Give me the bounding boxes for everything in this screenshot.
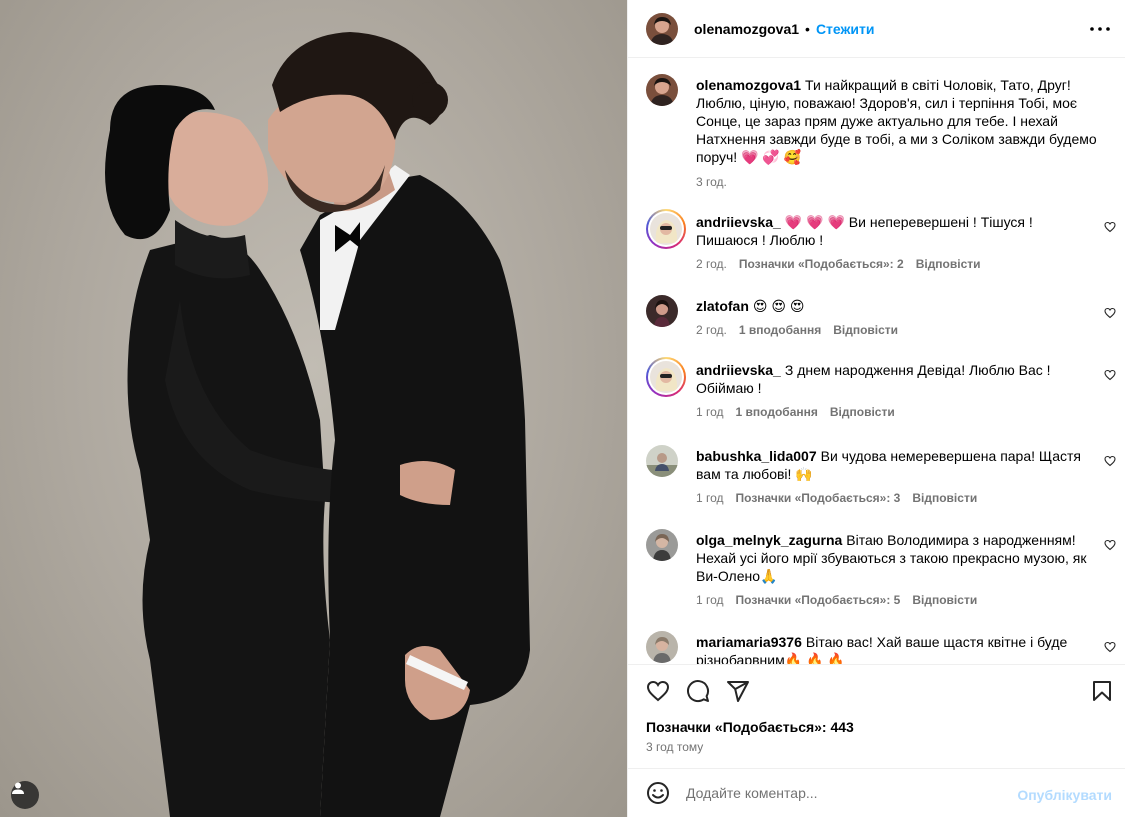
follow-button[interactable]: Стежити [816,21,875,37]
comment-likes[interactable]: Позначки «Подобається»: 3 [736,491,901,505]
heart-icon[interactable] [646,679,670,703]
comment-heart-icon[interactable] [1104,641,1116,653]
likes-count[interactable]: Позначки «Подобається»: 443 [646,719,854,735]
more-horizontal-icon[interactable] [1088,17,1112,41]
reply-button[interactable]: Відповісти [916,257,981,271]
author-username[interactable]: olenamozgova1 [694,21,799,37]
separator-dot: • [805,20,810,37]
post-photo[interactable] [0,0,627,817]
user-tag-icon[interactable] [11,781,39,809]
action-bar [628,664,1125,716]
comment-username[interactable]: babushka_lida007 [696,448,817,464]
reply-button[interactable]: Відповісти [912,593,977,607]
comment-input[interactable] [686,785,1006,801]
comment-composer: Опублікувати [628,768,1125,817]
comment-time[interactable]: 1 год [696,593,724,607]
comment-heart-icon[interactable] [1104,539,1116,551]
comment-username[interactable]: mariamaria9376 [696,634,802,650]
comment-heart-icon[interactable] [1104,221,1116,233]
comment-heart-icon[interactable] [1104,369,1116,381]
share-icon[interactable] [726,679,750,703]
comment-username[interactable]: andriievska_ [696,214,781,230]
reply-button[interactable]: Відповісти [833,323,898,337]
comment-likes[interactable]: 1 вподобання [739,323,821,337]
comment-time[interactable]: 2 год. [696,257,727,271]
bookmark-icon[interactable] [1090,679,1114,703]
caption-username[interactable]: olenamozgova1 [696,77,801,93]
commenter-avatar[interactable] [646,631,678,663]
commenter-avatar[interactable] [646,445,678,477]
comment-time[interactable]: 1 год [696,491,724,505]
comment-time[interactable]: 2 год. [696,323,727,337]
commenter-avatar[interactable] [646,295,678,327]
comment-username[interactable]: andriievska_ [696,362,781,378]
comment-text: 😍 😍 😍 [752,298,805,314]
comment-time[interactable]: 1 год [696,405,724,419]
post-comment-button[interactable]: Опублікувати [1017,787,1112,803]
commenter-avatar[interactable] [646,529,678,561]
post-date[interactable]: 3 год тому [646,740,703,754]
comment-likes[interactable]: Позначки «Подобається»: 5 [736,593,901,607]
comments-list[interactable]: olenamozgova1 Ти найкращий в світі Чолові… [628,59,1125,664]
comment-likes[interactable]: Позначки «Подобається»: 2 [739,257,904,271]
comment-username[interactable]: olga_melnyk_zagurna [696,532,842,548]
caption-time[interactable]: 3 год. [696,175,727,189]
author-avatar[interactable] [646,74,678,106]
post-panel: olenamozgova1 • Стежити olenamozgova1 Ти … [627,0,1125,817]
comment-heart-icon[interactable] [1104,307,1116,319]
comment-icon[interactable] [686,679,710,703]
story-ring[interactable] [646,357,686,397]
reply-button[interactable]: Відповісти [830,405,895,419]
story-ring[interactable] [646,209,686,249]
comment-likes[interactable]: 1 вподобання [736,405,818,419]
commenter-avatar [650,361,682,393]
author-avatar[interactable] [646,12,678,45]
post-header: olenamozgova1 • Стежити [628,0,1125,58]
couple-photo [105,32,530,817]
emoji-icon[interactable] [646,781,670,805]
comment-username[interactable]: zlatofan [696,298,749,314]
commenter-avatar [650,213,682,245]
reply-button[interactable]: Відповісти [912,491,977,505]
comment-heart-icon[interactable] [1104,455,1116,467]
